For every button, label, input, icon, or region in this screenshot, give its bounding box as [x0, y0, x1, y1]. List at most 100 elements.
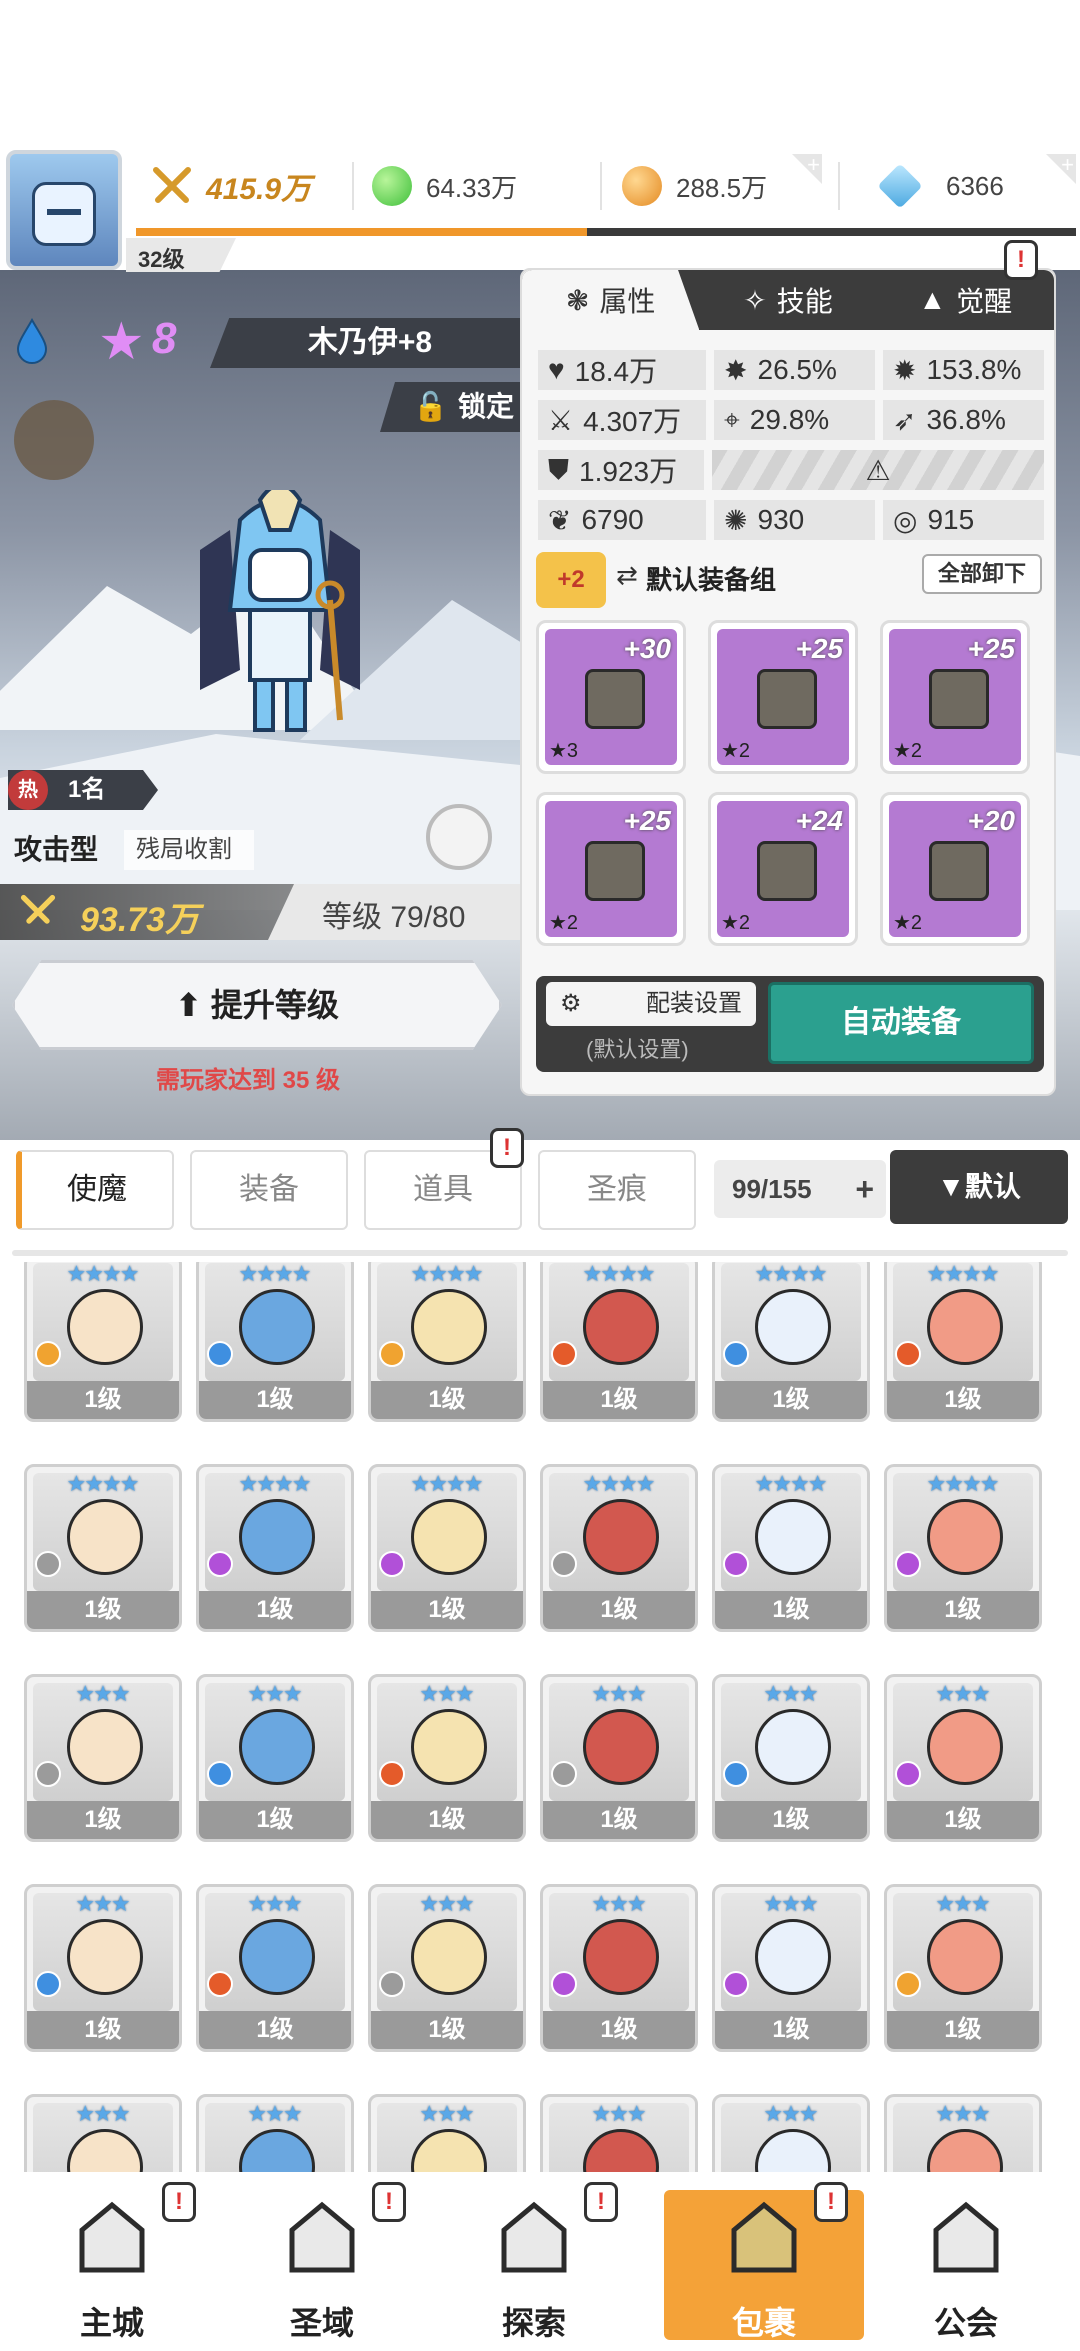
nav-sword-stone[interactable]: 探索!	[434, 2182, 634, 2341]
equipment-item-icon	[757, 669, 817, 729]
familiar-stars: ★★★	[591, 1681, 646, 1706]
familiar-card[interactable]: ★★★★ 1级	[540, 1464, 698, 1632]
familiar-stars: ★★★★	[66, 1262, 140, 1286]
familiar-card[interactable]: ★★★★ 1级	[712, 1464, 870, 1632]
familiar-card[interactable]: ★★★★ 1级	[540, 1262, 698, 1422]
crosshair-icon: ⌖	[724, 403, 740, 435]
upgrade-level-button[interactable]: ⬆ 提升等级	[12, 960, 502, 1050]
sort-dropdown[interactable]: ▼默认	[890, 1150, 1068, 1224]
nav-label: 探索	[501, 2305, 566, 2341]
familiar-stars: ★★★★	[66, 1471, 140, 1496]
panel-tabs: ❃ 属性 ✧ 技能 ▲ 觉醒	[522, 270, 1054, 330]
element-icon	[551, 1761, 577, 1787]
familiar-card[interactable]: ★★★★ 1级	[196, 1262, 354, 1422]
expand-capacity-button[interactable]: +	[855, 1160, 874, 1218]
familiar-stars: ★★★	[763, 2101, 818, 2126]
familiar-card[interactable]: ★★★★ 1级	[368, 1464, 526, 1632]
familiar-card[interactable]: ★★★★ 1级	[368, 1262, 526, 1422]
tab-stigmata[interactable]: 圣痕	[538, 1150, 696, 1230]
familiar-card[interactable]: ★★★	[712, 2094, 870, 2172]
config-setting-button[interactable]: ⚙ 配装设置	[546, 982, 756, 1026]
equipment-slot[interactable]: +25 ★2	[536, 792, 686, 946]
equipment-slot[interactable]: +30 ★3	[536, 620, 686, 774]
familiar-stars: ★★★	[591, 1891, 646, 1916]
equipment-slot[interactable]: +25 ★2	[708, 620, 858, 774]
upgrade-requirement-hint: 需玩家达到 35 级	[156, 1067, 341, 1094]
stats-block: ♥ 18.4万 ✸ 26.5% ✹ 153.8% ⚔ 4.307万 ⌖ 29.8% ➶ 36…	[538, 350, 1044, 550]
equipment-slot[interactable]: +25 ★2	[880, 620, 1030, 774]
familiar-card[interactable]: ★★★	[368, 2094, 526, 2172]
player-avatar[interactable]	[6, 150, 122, 270]
familiar-card[interactable]: ★★★ 1级	[368, 1674, 526, 1842]
stat-locked-slot[interactable]: ⚠	[712, 450, 1044, 490]
familiar-card[interactable]: ★★★	[884, 2094, 1042, 2172]
familiar-level: 1级	[543, 2011, 695, 2049]
familiar-stars: ★★★	[247, 2101, 302, 2126]
familiar-card[interactable]: ★★★★ 1级	[24, 1262, 182, 1422]
equipment-slot[interactable]: +24 ★2	[708, 792, 858, 946]
familiar-level: 1级	[27, 1801, 179, 1839]
equip-group-title[interactable]: 默认装备组	[646, 560, 776, 597]
familiar-level: 1级	[543, 1591, 695, 1629]
equipment-star-rank: ★2	[893, 912, 923, 934]
nav-vortex[interactable]: 圣域!	[222, 2182, 422, 2341]
familiar-card[interactable]: ★★★	[24, 2094, 182, 2172]
element-icon	[551, 1971, 577, 1997]
familiar-card[interactable]: ★★★ 1级	[540, 1674, 698, 1842]
familiar-stars: ★★★	[419, 1891, 474, 1916]
familiar-card[interactable]: ★★★ 1级	[24, 1884, 182, 2052]
equipment-item-icon	[585, 669, 645, 729]
config-setting-label: 配装设置	[646, 990, 742, 1017]
familiar-stars: ★★★★	[582, 1471, 656, 1496]
tab-equipment[interactable]: 装备	[190, 1150, 348, 1230]
equipment-enhance-level: +25	[795, 633, 844, 664]
equipment-star-rank: ★2	[893, 740, 923, 762]
lock-button[interactable]: 🔓 锁定	[380, 382, 530, 432]
familiar-card[interactable]: ★★★ 1级	[712, 1674, 870, 1842]
familiar-card[interactable]: ★★★ 1级	[884, 1884, 1042, 2052]
familiar-card[interactable]: ★★★★ 1级	[884, 1262, 1042, 1422]
tab-skills[interactable]: ✧ 技能	[699, 270, 876, 330]
hero-skill-tag[interactable]: 残局收割	[124, 830, 254, 870]
familiar-card[interactable]: ★★★	[540, 2094, 698, 2172]
stat-defense: ⛊ 1.923万	[538, 450, 704, 490]
familiar-card[interactable]: ★★★★ 1级	[196, 1464, 354, 1632]
familiar-card[interactable]: ★★★ 1级	[196, 1674, 354, 1842]
tab-familiars[interactable]: 使魔	[16, 1150, 174, 1230]
familiar-stars: ★★★	[763, 1681, 818, 1706]
stat-crit-damage-value: 153.8%	[926, 354, 1022, 385]
nav-guild[interactable]: 公会	[866, 2190, 1066, 2341]
config-box: ⚙ 配装设置 (默认设置) 自动装备	[536, 976, 1044, 1072]
familiar-stars: ★★★	[247, 1681, 302, 1706]
familiar-level: 1级	[543, 1801, 695, 1839]
familiar-card[interactable]: ★★★ 1级	[884, 1674, 1042, 1842]
locked-skin-icon[interactable]	[14, 400, 94, 480]
familiar-card[interactable]: ★★★ 1级	[540, 1884, 698, 2052]
inventory-tabs: 使魔 装备 道具 圣痕 99/155 + ▼默认	[14, 1150, 1074, 1232]
nav-bag[interactable]: 包裹!	[664, 2182, 864, 2341]
upgrade-level-label: 提升等级	[210, 987, 339, 1023]
nav-castle[interactable]: 主城!	[12, 2182, 212, 2341]
auto-equip-button[interactable]: 自动装备	[768, 982, 1034, 1064]
equipment-slot[interactable]: +20 ★2	[880, 792, 1030, 946]
equip-bonus-badge[interactable]: +2	[536, 552, 606, 608]
water-element-icon	[16, 318, 48, 364]
stat-extra-1-value: 6790	[581, 504, 644, 535]
familiar-card[interactable]: ★★★ 1级	[24, 1674, 182, 1842]
tab-attributes-label: 属性	[599, 286, 656, 317]
stat-extra-2: ✺ 930	[714, 500, 876, 540]
equipment-enhance-level: +25	[967, 633, 1016, 664]
familiar-card[interactable]: ★★★★ 1级	[712, 1262, 870, 1422]
familiar-card[interactable]: ★★★★ 1级	[884, 1464, 1042, 1632]
swap-view-button[interactable]	[426, 804, 492, 870]
star-rank-icon: ★	[98, 313, 145, 371]
familiar-card[interactable]: ★★★ 1级	[196, 1884, 354, 2052]
unequip-all-button[interactable]: 全部卸下	[922, 554, 1042, 594]
familiar-card[interactable]: ★★★ 1级	[712, 1884, 870, 2052]
equipment-star-rank: ★2	[721, 912, 751, 934]
familiar-card[interactable]: ★★★	[196, 2094, 354, 2172]
equipment-star-rank: ★2	[721, 740, 751, 762]
familiar-card[interactable]: ★★★★ 1级	[24, 1464, 182, 1632]
tab-attributes[interactable]: ❃ 属性	[522, 270, 700, 330]
familiar-card[interactable]: ★★★ 1级	[368, 1884, 526, 2052]
